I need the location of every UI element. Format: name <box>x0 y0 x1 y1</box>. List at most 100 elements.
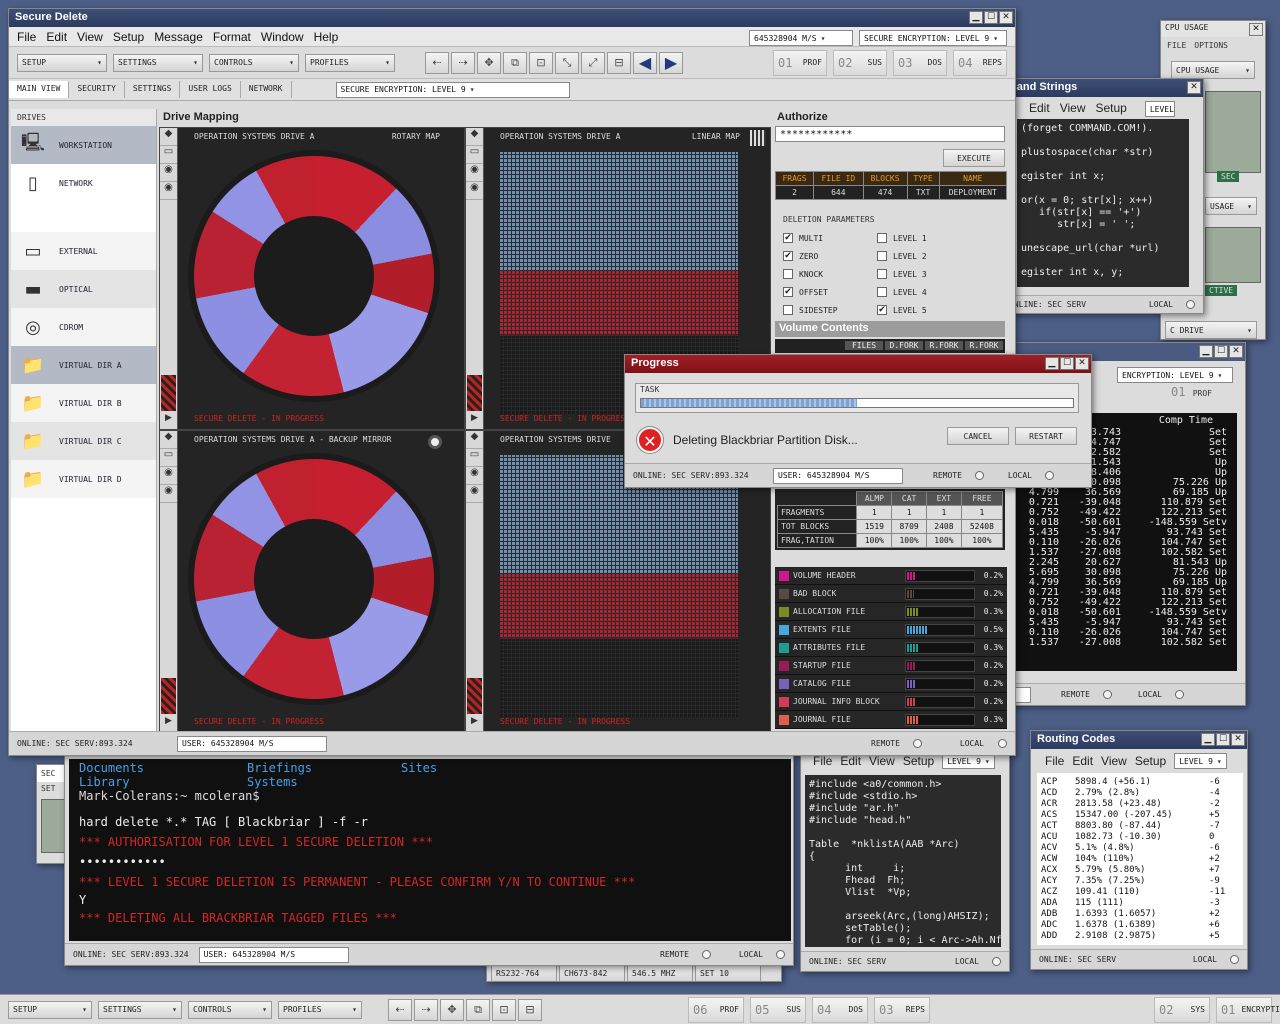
play-icon[interactable]: ▶ <box>160 413 177 429</box>
cpu-usage-dropdown[interactable]: CPU USAGE <box>1171 61 1255 79</box>
link-systems[interactable]: Systems <box>247 775 298 789</box>
maximize-icon[interactable]: ☐ <box>1216 733 1230 746</box>
preset-button-01[interactable]: 01 PROF <box>773 49 827 76</box>
execute-button[interactable]: EXECUTE <box>943 149 1005 167</box>
preset-button-06[interactable]: 06 PROF <box>688 996 744 1023</box>
menu-view[interactable]: View <box>77 30 103 44</box>
link-library[interactable]: Library <box>79 775 247 789</box>
frame-icon[interactable]: ⊡ <box>529 51 553 74</box>
local-radio[interactable] <box>776 950 785 959</box>
tab-user-logs[interactable]: USER LOGS <box>180 81 241 98</box>
stats-encryption-dropdown[interactable]: ENCRYPTION: LEVEL 9 <box>1117 367 1233 383</box>
menu-message[interactable]: Message <box>154 30 203 44</box>
sidebar-item-virtual-dir-c[interactable]: 📁 VIRTUAL DIR C <box>11 422 156 460</box>
source-menu-file[interactable]: File <box>813 754 832 768</box>
local-radio[interactable] <box>992 957 1001 966</box>
checkbox[interactable] <box>877 233 887 243</box>
fit-icon[interactable]: ⊟ <box>607 51 631 74</box>
deletion-option-level-4[interactable]: LEVEL 4 <box>877 283 977 301</box>
copy-icon[interactable]: ⧉ <box>466 998 490 1021</box>
scale-icon[interactable]: ⤢ <box>581 51 605 74</box>
tool-icon[interactable]: ◆ <box>160 431 177 449</box>
shrink-left-icon[interactable]: ⇠ <box>388 998 412 1021</box>
move-icon[interactable]: ✥ <box>440 998 464 1021</box>
terminal-user-field[interactable]: USER: 645328904 M/S <box>198 946 349 963</box>
checkbox[interactable] <box>877 269 887 279</box>
maximize-icon[interactable]: ☐ <box>984 11 998 24</box>
remote-radio[interactable] <box>912 739 922 748</box>
tool-icon[interactable]: ◆ <box>466 431 483 449</box>
arrow-right-icon[interactable]: ▶ <box>659 51 683 74</box>
tool-icon[interactable]: ◆ <box>466 128 483 146</box>
preset-button-03[interactable]: 03 DOS <box>893 49 947 76</box>
shrink-left-icon[interactable]: ⇠ <box>425 51 449 74</box>
deletion-option-offset[interactable]: ✔ OFFSET <box>783 283 883 301</box>
menu-file[interactable]: File <box>17 30 36 44</box>
controls-button[interactable]: CONTROLS <box>209 53 299 72</box>
source-menu-edit[interactable]: Edit <box>840 754 861 768</box>
play-icon[interactable]: ▶ <box>160 716 177 732</box>
maximize-icon[interactable]: ☐ <box>1060 357 1074 370</box>
preset-button-04[interactable]: 04 DOS <box>812 996 868 1023</box>
preset-button-02[interactable]: 02 SUS <box>833 49 887 76</box>
link-documents[interactable]: Documents <box>79 761 247 775</box>
terminal-screen[interactable]: Documents Briefings Sites Library System… <box>69 759 791 941</box>
target-icon[interactable]: ◉ <box>160 467 177 485</box>
password-field[interactable]: ************ <box>775 126 1005 142</box>
main-user-field[interactable]: USER: 645328904 M/S <box>177 735 327 752</box>
preset-button-04[interactable]: 04 REPS <box>953 49 1007 76</box>
rs232-button[interactable]: RS232-764 <box>491 965 557 981</box>
record-icon[interactable] <box>428 435 442 449</box>
encryption-dropdown[interactable]: SECURE ENCRYPTION: LEVEL 9 <box>859 30 1007 46</box>
target-icon[interactable]: ◉ <box>160 485 177 503</box>
tool-icon[interactable]: ◆ <box>160 128 177 146</box>
sidebar-item-optical[interactable]: ▬ OPTICAL <box>11 270 156 308</box>
taskbar-controls-button[interactable]: CONTROLS <box>188 1000 272 1019</box>
local-radio[interactable] <box>1186 300 1195 309</box>
menu-setup[interactable]: Setup <box>113 30 144 44</box>
deletion-option-zero[interactable]: ✔ ZERO <box>783 247 883 265</box>
checkbox[interactable]: ✔ <box>783 287 793 297</box>
speed-dropdown[interactable]: 645328904 M/S <box>749 30 853 46</box>
menu-edit[interactable]: Edit <box>46 30 67 44</box>
deletion-option-sidestep[interactable]: SIDESTEP <box>783 301 883 319</box>
deletion-option-multi[interactable]: ✔ MULTI <box>783 229 883 247</box>
deletion-option-level-5[interactable]: ✔ LEVEL 5 <box>877 301 977 319</box>
sidebar-item-virtual-dir-d[interactable]: 📁 VIRTUAL DIR D <box>11 460 156 498</box>
tab-network[interactable]: NETWORK <box>241 81 292 98</box>
cpu-menu-file[interactable]: FILE <box>1167 41 1186 50</box>
deletion-option-level-1[interactable]: LEVEL 1 <box>877 229 977 247</box>
deletion-option-level-2[interactable]: LEVEL 2 <box>877 247 977 265</box>
command-menu-setup[interactable]: Setup <box>1095 101 1126 117</box>
source-menu-view[interactable]: View <box>869 754 895 768</box>
restart-button[interactable]: RESTART <box>1015 427 1077 445</box>
select-icon[interactable]: ▭ <box>466 449 483 467</box>
cpu-menu-options[interactable]: OPTIONS <box>1194 41 1228 50</box>
taskbar-profiles-button[interactable]: PROFILES <box>278 1000 362 1019</box>
tab-security[interactable]: SECURITY <box>69 81 125 98</box>
routing-menu-view[interactable]: View <box>1101 754 1127 768</box>
remote-radio[interactable] <box>1102 690 1112 699</box>
menu-format[interactable]: Format <box>213 30 251 44</box>
target-icon[interactable]: ◉ <box>466 164 483 182</box>
routing-menu-setup[interactable]: Setup <box>1135 754 1166 768</box>
stats-preset[interactable]: 01 PROF <box>1171 385 1212 399</box>
minimize-icon[interactable]: ▁ <box>1045 357 1059 370</box>
sidebar-item-cdrom[interactable]: ◎ CDROM <box>11 308 156 346</box>
sidebar-item-virtual-dir-b[interactable]: 📁 VIRTUAL DIR B <box>11 384 156 422</box>
taskbar-setup-button[interactable]: SETUP <box>8 1000 92 1019</box>
menu-window[interactable]: Window <box>261 30 304 44</box>
minimize-icon[interactable]: ▁ <box>1201 733 1215 746</box>
deletion-option-level-3[interactable]: LEVEL 3 <box>877 265 977 283</box>
checkbox[interactable]: ✔ <box>877 305 887 315</box>
tab-encryption-dropdown[interactable]: SECURE ENCRYPTION: LEVEL 9 <box>335 81 570 98</box>
command-menu-view[interactable]: View <box>1060 101 1086 117</box>
resize-icon[interactable]: ⤡ <box>555 51 579 74</box>
close-icon[interactable]: ✕ <box>1231 733 1245 746</box>
preset-button-02[interactable]: 02 SYS <box>1154 996 1210 1023</box>
routing-menu-edit[interactable]: Edit <box>1072 754 1093 768</box>
expand-right-icon[interactable]: ⇢ <box>414 998 438 1021</box>
sidebar-item-network[interactable]: ▯ NETWORK <box>11 164 156 202</box>
expand-right-icon[interactable]: ⇢ <box>451 51 475 74</box>
minimize-icon[interactable]: ▁ <box>969 11 983 24</box>
